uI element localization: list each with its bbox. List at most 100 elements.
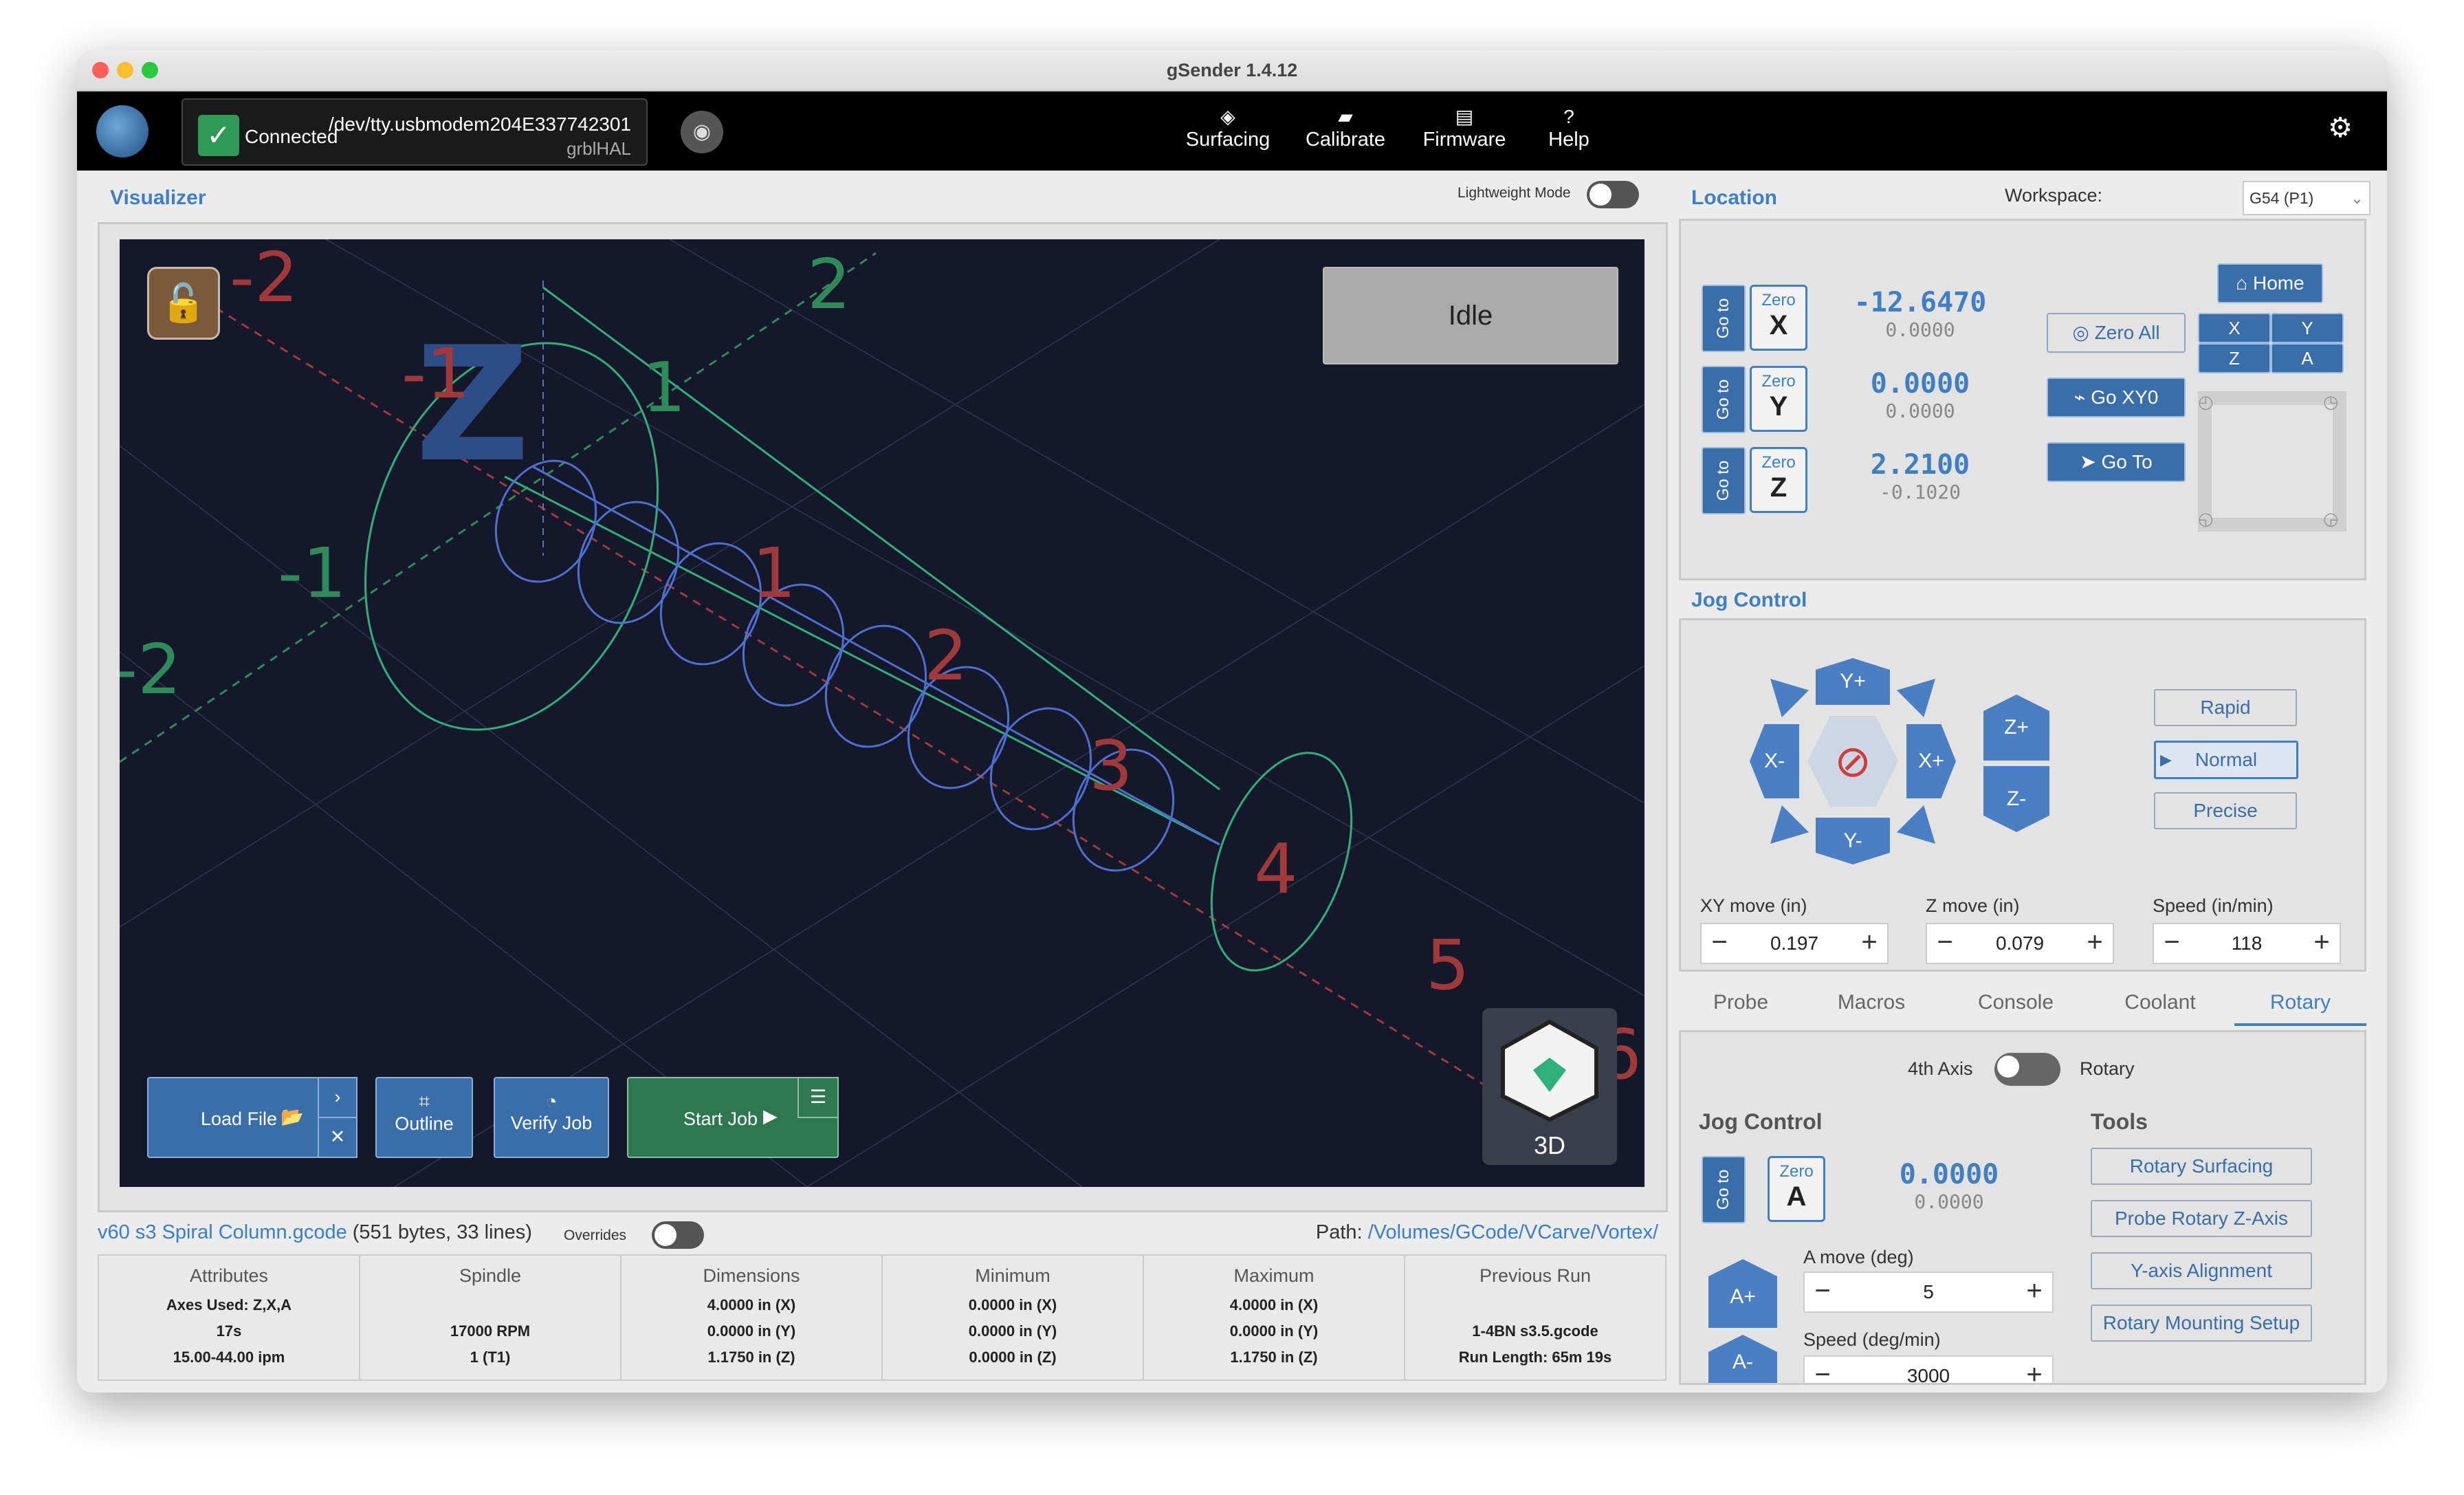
speed-normal-button[interactable]: ▶ Normal <box>2154 741 2298 779</box>
verify-job-button[interactable]: ◔ Verify Job <box>494 1077 609 1158</box>
xy-move-value[interactable]: 0.197 <box>1737 924 1851 963</box>
a-move-stepper[interactable]: − 5 + <box>1803 1272 2054 1313</box>
jog-x-minus-button[interactable]: X- <box>1750 724 1799 798</box>
zero-a-button[interactable]: Zero A <box>1768 1156 1825 1222</box>
goto-x-button[interactable]: Go to <box>1702 285 1746 352</box>
jog-a-minus-button[interactable]: A- <box>1708 1335 1777 1383</box>
jog-z-plus-button[interactable]: Z+ <box>1983 695 2049 761</box>
speed-rapid-button[interactable]: Rapid <box>2154 689 2297 726</box>
connection-status: Connected <box>245 126 338 147</box>
load-file-button[interactable]: Load File 📂 › ✕ <box>147 1077 358 1158</box>
unload-file-icon[interactable]: ✕ <box>318 1117 358 1158</box>
zero-x-button[interactable]: Zero X <box>1750 285 1807 351</box>
y-axis-alignment-button[interactable]: Y-axis Alignment <box>2091 1252 2312 1289</box>
jog-y-minus-button[interactable]: Y- <box>1816 818 1890 864</box>
home-y-button[interactable]: Y <box>2271 313 2344 343</box>
zero-y-button[interactable]: Zero Y <box>1750 366 1807 432</box>
job-options-icon[interactable]: ☰ <box>798 1077 839 1118</box>
home-button[interactable]: ⌂ Home <box>2217 263 2323 303</box>
stat-header: Dimensions <box>703 1265 800 1286</box>
unlock-icon[interactable]: 🔓 <box>147 267 220 340</box>
corner-bottom-right-icon[interactable]: ◶ <box>2323 508 2346 532</box>
goto-a-button[interactable]: Go to <box>1702 1156 1746 1223</box>
home-x-button[interactable]: X <box>2198 313 2271 343</box>
stop-icon[interactable]: ⊘ <box>1828 736 1878 786</box>
tab-rotary[interactable]: Rotary <box>2234 982 2366 1026</box>
zero-label: Zero <box>1761 372 1796 391</box>
jog-diag-down-left-button[interactable] <box>1770 805 1809 844</box>
minus-icon[interactable]: − <box>1805 1357 1840 1383</box>
jog-speed-stepper[interactable]: − 118 + <box>2153 923 2341 964</box>
probe-rotary-z-axis-button[interactable]: Probe Rotary Z-Axis <box>2091 1200 2312 1237</box>
jog-diag-down-right-button[interactable] <box>1897 805 1935 844</box>
goto-y-button[interactable]: Go to <box>1702 366 1746 433</box>
speed-precise-button[interactable]: Precise <box>2154 792 2297 829</box>
jog-x-plus-button[interactable]: X+ <box>1906 724 1956 798</box>
tab-coolant[interactable]: Coolant <box>2091 982 2229 1023</box>
load-file-label: Load File <box>201 1109 278 1129</box>
view-cube[interactable]: 3D <box>1482 1008 1617 1165</box>
go-xy0-button[interactable]: ⌁ Go XY0 <box>2047 378 2186 417</box>
rotary-speed-value[interactable]: 3000 <box>1840 1357 2016 1383</box>
go-to-button[interactable]: ➤ Go To <box>2047 442 2186 482</box>
plus-icon[interactable]: + <box>2304 924 2340 963</box>
minus-icon[interactable]: − <box>1927 924 1963 963</box>
jog-diag-up-left-button[interactable] <box>1770 679 1809 717</box>
file-name-link[interactable]: v60 s3 Spiral Column.gcode <box>98 1221 347 1243</box>
z-move-stepper[interactable]: − 0.079 + <box>1926 923 2114 964</box>
nav-help[interactable]: ? Help <box>1541 105 1596 151</box>
minus-icon[interactable]: − <box>1805 1273 1840 1311</box>
a-machine-position: 0.0000 <box>1899 1159 1999 1190</box>
location-title: Location <box>1691 186 1777 209</box>
jog-z-minus-button[interactable]: Z- <box>1983 766 2049 832</box>
home-a-button[interactable]: A <box>2271 343 2344 373</box>
tab-probe[interactable]: Probe <box>1679 982 1803 1023</box>
minus-icon[interactable]: − <box>2154 924 2190 963</box>
zero-z-button[interactable]: Zero Z <box>1750 447 1807 513</box>
a-work-position: 0.0000 <box>1914 1190 1984 1213</box>
z-move-value[interactable]: 0.079 <box>1963 924 2077 963</box>
jog-a-plus-button[interactable]: A+ <box>1708 1259 1777 1328</box>
jog-speed-value[interactable]: 118 <box>2190 924 2304 963</box>
outline-button[interactable]: ⌗ Outline <box>375 1077 473 1158</box>
tab-console[interactable]: Console <box>1940 982 2091 1023</box>
plus-icon[interactable]: + <box>2077 924 2113 963</box>
file-path-link[interactable]: /Volumes/GCode/VCarve/Vortex/ <box>1368 1221 1658 1243</box>
plus-icon[interactable]: + <box>1851 924 1887 963</box>
x-machine-position: -12.6470 <box>1854 287 1987 318</box>
corner-top-right-icon[interactable]: ◷ <box>2323 391 2346 415</box>
connection-port: /dev/tty.usbmodem204E337742301 <box>328 113 631 135</box>
recent-files-chevron-icon[interactable]: › <box>318 1077 358 1118</box>
lightweight-mode-toggle[interactable] <box>1587 181 1639 208</box>
nav-firmware[interactable]: ▤ Firmware <box>1416 105 1512 151</box>
rotary-surfacing-button[interactable]: Rotary Surfacing <box>2091 1148 2312 1185</box>
plus-icon[interactable]: + <box>2016 1273 2052 1311</box>
plus-icon[interactable]: + <box>2016 1357 2052 1383</box>
corner-bottom-left-icon[interactable]: ◵ <box>2198 508 2221 532</box>
widget-tabs: Probe Macros Console Coolant Rotary <box>1679 982 2366 1026</box>
visualizer-canvas[interactable]: Z -2 2 -1 1 -1 -2 1 2 3 4 5 6 🔓 Idle <box>120 239 1644 1187</box>
tab-macros[interactable]: Macros <box>1803 982 1940 1023</box>
overrides-toggle[interactable] <box>652 1221 704 1249</box>
grid-tick-labels: -2 2 -1 1 -1 -2 1 2 3 4 5 6 <box>120 239 1642 1095</box>
connection-widget[interactable]: ✓ Connected /dev/tty.usbmodem204E3377423… <box>182 98 648 166</box>
go-to-label: Go To <box>2101 451 2153 472</box>
goto-z-button[interactable]: Go to <box>1702 447 1746 514</box>
corner-top-left-icon[interactable]: ◴ <box>2198 391 2221 415</box>
gear-icon[interactable]: ⚙ <box>2328 112 2353 144</box>
jog-diag-up-right-button[interactable] <box>1897 679 1935 717</box>
home-z-button[interactable]: Z <box>2198 343 2271 373</box>
start-job-button[interactable]: Start Job ▶ ☰ <box>627 1077 839 1158</box>
workspace-select[interactable]: G54 (P1) ⌄ <box>2243 181 2370 215</box>
nav-surfacing[interactable]: ◈ Surfacing <box>1180 105 1276 151</box>
nav-calibrate[interactable]: ▰ Calibrate <box>1301 105 1390 151</box>
wireless-icon[interactable]: ◉ <box>681 111 723 153</box>
xy-move-stepper[interactable]: − 0.197 + <box>1700 923 1889 964</box>
jog-y-plus-button[interactable]: Y+ <box>1816 658 1890 705</box>
rotary-speed-stepper[interactable]: − 3000 + <box>1803 1355 2054 1383</box>
rotary-mounting-setup-button[interactable]: Rotary Mounting Setup <box>2091 1305 2312 1342</box>
a-move-value[interactable]: 5 <box>1840 1273 2016 1311</box>
rotary-mode-toggle[interactable] <box>1994 1053 2060 1086</box>
minus-icon[interactable]: − <box>1702 924 1737 963</box>
zero-all-button[interactable]: ◎ Zero All <box>2047 313 2186 353</box>
